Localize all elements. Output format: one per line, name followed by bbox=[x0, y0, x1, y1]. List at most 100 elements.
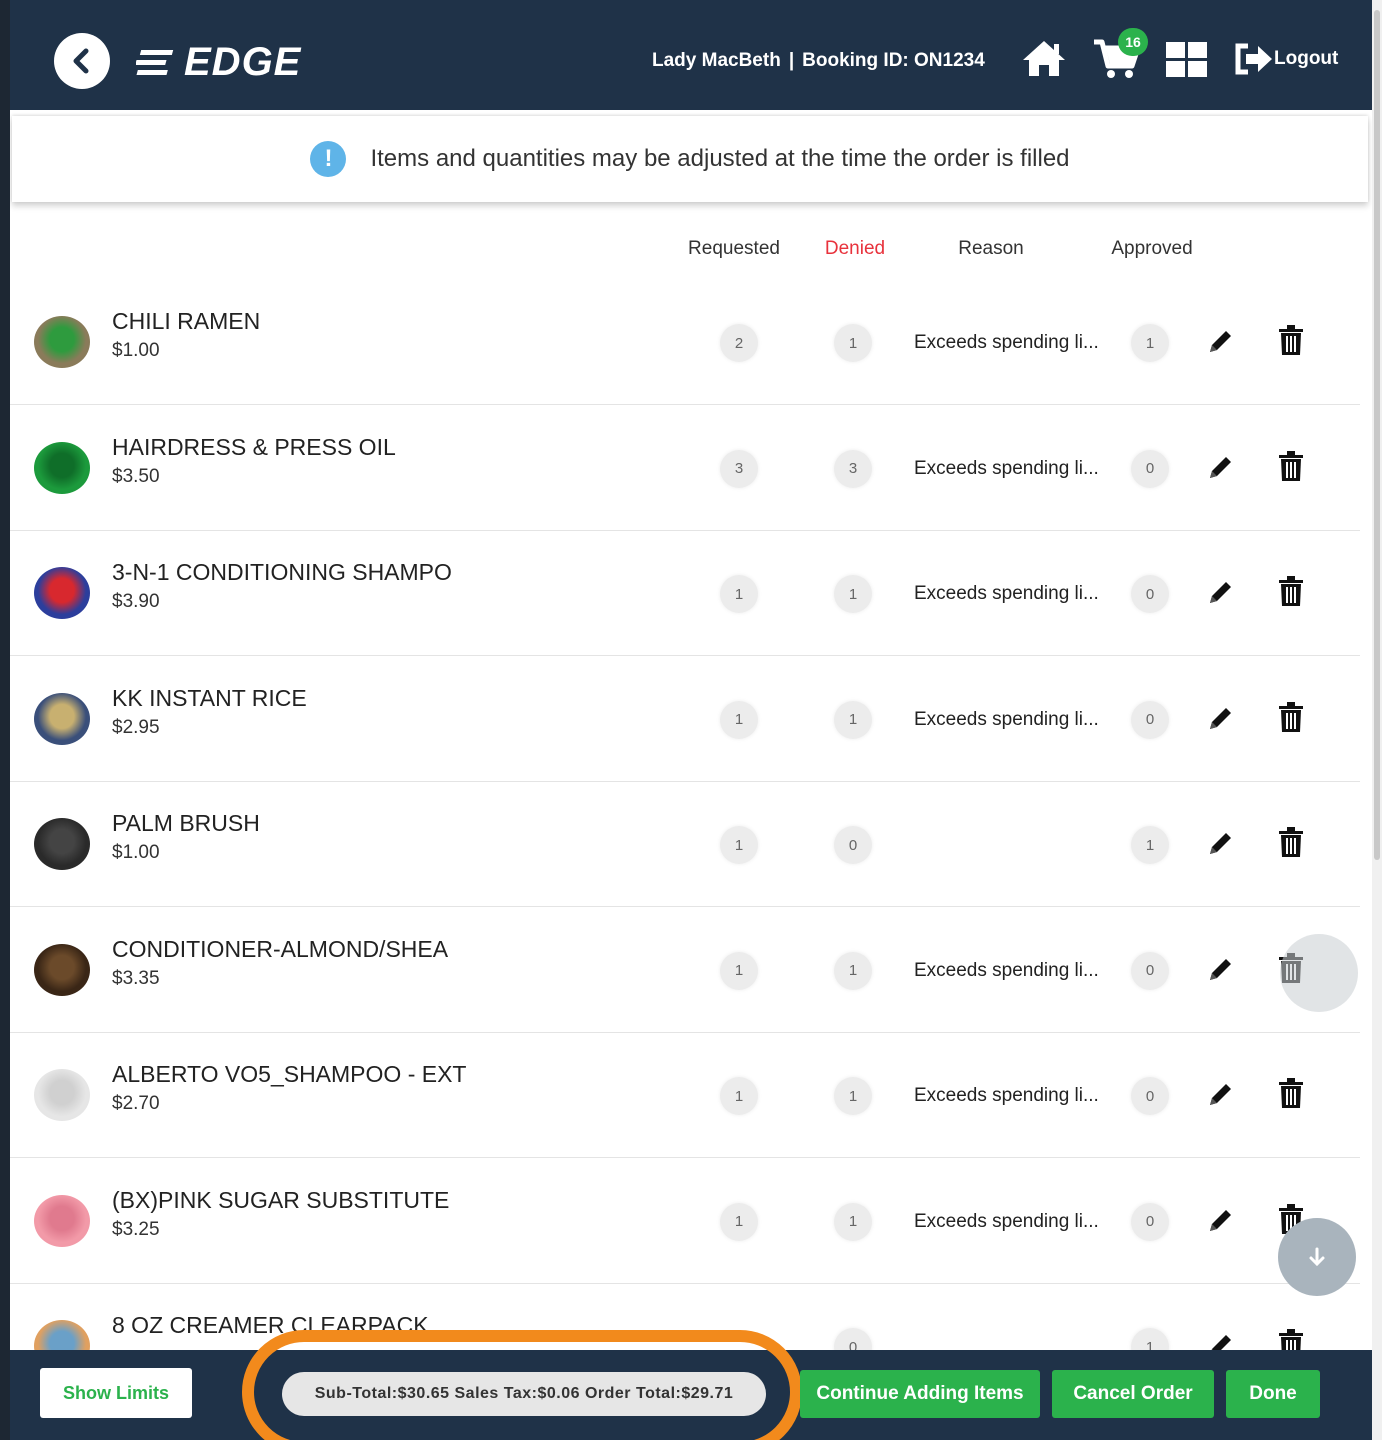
denial-reason: Exceeds spending li... bbox=[914, 1085, 1099, 1106]
order-item-row: KK INSTANT RICE $2.95 1 1 Exceeds spending l… bbox=[10, 657, 1360, 782]
edit-item-button[interactable] bbox=[1206, 954, 1236, 989]
logo-text: EDGE bbox=[184, 39, 302, 84]
denied-qty: 1 bbox=[834, 951, 872, 990]
edit-item-button[interactable] bbox=[1206, 326, 1236, 361]
approved-qty: 0 bbox=[1131, 575, 1169, 613]
pencil-icon bbox=[1210, 331, 1231, 352]
scroll-down-button[interactable] bbox=[1278, 1218, 1356, 1296]
trash-icon bbox=[1279, 827, 1303, 857]
pencil-icon bbox=[1210, 1084, 1231, 1105]
col-header-denied: Denied bbox=[824, 238, 886, 259]
floating-action-button[interactable] bbox=[1280, 934, 1358, 1012]
user-name: Lady MacBeth bbox=[652, 50, 781, 71]
logo-lines-icon bbox=[136, 50, 174, 75]
order-item-row: (BX)PINK SUGAR SUBSTITUTE $3.25 1 1 Exceeds … bbox=[10, 1159, 1360, 1284]
app-frame: EDGE Lady MacBeth | Booking ID: ON1234 16 bbox=[10, 0, 1372, 1440]
approved-qty: 1 bbox=[1131, 324, 1169, 362]
pencil-icon bbox=[1210, 833, 1231, 854]
done-button[interactable]: Done bbox=[1226, 1370, 1320, 1418]
product-name: KK INSTANT RICE bbox=[112, 684, 307, 711]
back-button[interactable] bbox=[54, 33, 110, 89]
product-name: HAIRDRESS & PRESS OIL bbox=[112, 433, 396, 460]
cancel-order-button[interactable]: Cancel Order bbox=[1052, 1370, 1214, 1418]
product-name: 3-N-1 CONDITIONING SHAMPO bbox=[112, 559, 452, 585]
requested-qty: 3 bbox=[720, 449, 758, 488]
col-header-reason: Reason bbox=[958, 238, 1024, 259]
notice-text: Items and quantities may be adjusted at … bbox=[370, 145, 1070, 172]
denied-qty: 1 bbox=[834, 700, 872, 739]
grid-menu-icon[interactable] bbox=[1166, 42, 1208, 78]
denial-reason: Exceeds spending li... bbox=[914, 457, 1099, 479]
product-thumbnail bbox=[34, 1194, 90, 1247]
app-header: EDGE Lady MacBeth | Booking ID: ON1234 16 bbox=[10, 0, 1372, 110]
edit-item-button[interactable] bbox=[1206, 828, 1236, 863]
col-header-approved: Approved bbox=[1111, 238, 1193, 259]
denial-reason: Exceeds spending li... bbox=[914, 332, 1099, 353]
product-price: $3.35 bbox=[112, 967, 160, 989]
delete-item-button[interactable] bbox=[1278, 1077, 1304, 1114]
order-item-row: HAIRDRESS & PRESS OIL $3.50 3 3 Exceeds spen… bbox=[10, 406, 1360, 531]
logout-button[interactable]: Logout bbox=[1234, 42, 1338, 76]
product-price: $1.00 bbox=[112, 842, 160, 863]
arrow-down-icon bbox=[1309, 1247, 1325, 1267]
pencil-icon bbox=[1210, 456, 1231, 478]
delete-item-button[interactable] bbox=[1278, 575, 1304, 612]
denied-qty: 1 bbox=[834, 1077, 872, 1115]
show-limits-button[interactable]: Show Limits bbox=[40, 1368, 192, 1418]
product-name: PALM BRUSH bbox=[112, 810, 260, 836]
scrollbar-thumb[interactable] bbox=[1374, 10, 1380, 860]
booking-id: Booking ID: ON1234 bbox=[802, 50, 985, 71]
denial-reason: Exceeds spending li... bbox=[914, 959, 1099, 981]
product-thumbnail bbox=[34, 943, 90, 996]
product-name: CONDITIONER-ALMOND/SHEA bbox=[112, 935, 449, 962]
continue-adding-items-button[interactable]: Continue Adding Items bbox=[800, 1370, 1040, 1418]
edit-item-button[interactable] bbox=[1206, 577, 1236, 612]
delete-item-button[interactable] bbox=[1278, 701, 1304, 738]
chevron-left-icon bbox=[73, 48, 89, 74]
approved-qty: 1 bbox=[1131, 826, 1169, 864]
requested-qty: 1 bbox=[720, 1202, 758, 1241]
col-header-requested: Requested bbox=[688, 238, 780, 259]
product-thumbnail bbox=[34, 441, 90, 494]
approved-qty: 0 bbox=[1131, 1077, 1169, 1115]
approved-qty: 0 bbox=[1131, 951, 1169, 990]
denial-reason: Exceeds spending li... bbox=[914, 708, 1099, 730]
cart-count-badge: 16 bbox=[1118, 28, 1148, 56]
pencil-icon bbox=[1210, 582, 1231, 603]
order-totals: Sub-Total:$30.65 Sales Tax:$0.06 Order T… bbox=[282, 1372, 766, 1416]
pencil-icon bbox=[1210, 707, 1231, 729]
product-price: $3.90 bbox=[112, 591, 160, 612]
info-icon: ! bbox=[310, 141, 347, 177]
separator: | bbox=[788, 50, 795, 71]
delete-item-button[interactable] bbox=[1278, 826, 1304, 863]
product-thumbnail bbox=[34, 692, 90, 745]
pencil-icon bbox=[1210, 958, 1231, 980]
approved-qty: 0 bbox=[1131, 449, 1169, 488]
product-price: $2.95 bbox=[112, 716, 160, 738]
edit-item-button[interactable] bbox=[1206, 1079, 1236, 1114]
delete-item-button[interactable] bbox=[1278, 324, 1304, 361]
requested-qty: 1 bbox=[720, 700, 758, 739]
product-name: ALBERTO VO5_SHAMPOO - EXT bbox=[112, 1061, 467, 1087]
order-footer: Show Limits Sub-Total:$30.65 Sales Tax:$… bbox=[10, 1330, 1372, 1440]
delete-item-button[interactable] bbox=[1278, 450, 1304, 487]
product-thumbnail bbox=[34, 818, 90, 870]
edit-item-button[interactable] bbox=[1206, 452, 1236, 487]
product-price: $3.50 bbox=[112, 465, 160, 487]
user-booking-info: Lady MacBeth | Booking ID: ON1234 bbox=[652, 50, 985, 72]
product-thumbnail bbox=[34, 316, 90, 368]
denied-qty: 1 bbox=[834, 324, 872, 362]
order-item-row: CONDITIONER-ALMOND/SHEA $3.35 1 1 Exceeds sp… bbox=[10, 908, 1360, 1033]
product-thumbnail bbox=[34, 567, 90, 619]
trash-icon bbox=[1279, 576, 1303, 606]
home-icon[interactable] bbox=[1020, 38, 1068, 78]
sign-out-icon bbox=[1235, 43, 1272, 75]
order-item-row: CHILI RAMEN $1.00 2 1 Exceeds spending li...… bbox=[10, 280, 1360, 405]
edit-item-button[interactable] bbox=[1206, 1205, 1236, 1240]
product-thumbnail bbox=[34, 1069, 90, 1121]
edit-item-button[interactable] bbox=[1206, 703, 1236, 738]
approved-qty: 0 bbox=[1131, 1202, 1169, 1241]
requested-qty: 2 bbox=[720, 324, 758, 362]
requested-qty: 1 bbox=[720, 1077, 758, 1115]
product-name: CHILI RAMEN bbox=[112, 308, 261, 334]
